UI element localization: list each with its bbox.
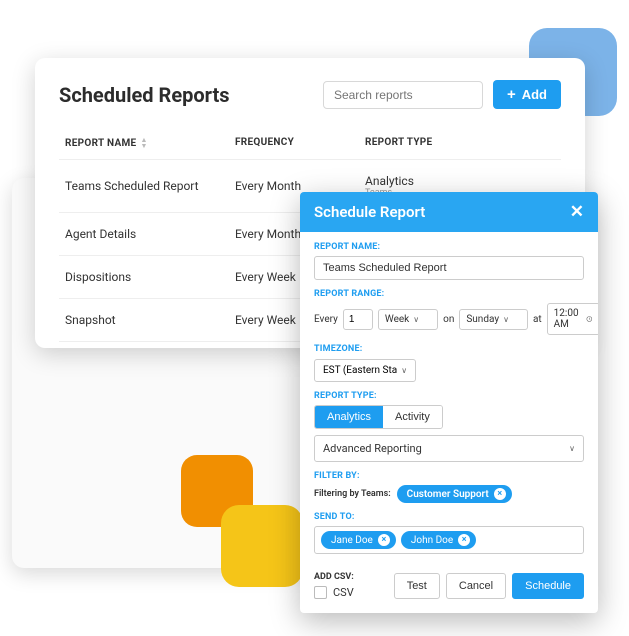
- report-type-toggle: Analytics Activity: [314, 405, 443, 429]
- range-unit-select[interactable]: Week ∨: [378, 309, 438, 330]
- chevron-down-icon: ∨: [503, 315, 509, 324]
- range-time-input[interactable]: 12:00 AM: [547, 303, 598, 335]
- add-button[interactable]: + Add: [493, 80, 561, 109]
- clock-icon: [586, 314, 593, 324]
- field-report-range: REPORT RANGE: Every Week ∨ on Sunday ∨ a…: [314, 289, 584, 335]
- field-filter-by: FILTER BY: Filtering by Teams: Customer …: [314, 471, 584, 503]
- csv-checkbox-row: CSV: [314, 586, 354, 599]
- chevron-down-icon: ∨: [569, 444, 575, 453]
- table-header: REPORT NAME ▲▼ FREQUENCY REPORT TYPE: [59, 127, 561, 159]
- csv-checkbox[interactable]: [314, 586, 327, 599]
- range-every-label: Every: [314, 314, 338, 325]
- column-header-frequency[interactable]: FREQUENCY: [235, 137, 365, 149]
- plus-icon: +: [507, 87, 516, 102]
- label-report-range: REPORT RANGE:: [314, 289, 584, 299]
- field-report-type: REPORT TYPE: Analytics Activity Advanced…: [314, 391, 584, 462]
- page-title: Scheduled Reports: [59, 83, 313, 107]
- cell-report-name: Snapshot: [65, 313, 235, 327]
- report-type-select[interactable]: Advanced Reporting ∨: [314, 435, 584, 462]
- modal-title: Schedule Report: [314, 203, 425, 221]
- sort-icon: ▲▼: [140, 137, 147, 149]
- range-at-label: at: [533, 314, 542, 325]
- cancel-button[interactable]: Cancel: [446, 573, 506, 599]
- schedule-report-modal: Schedule Report ✕ REPORT NAME: REPORT RA…: [300, 192, 598, 613]
- chip-remove-icon[interactable]: ×: [458, 534, 470, 546]
- label-report-name: REPORT NAME:: [314, 242, 584, 252]
- send-to-input[interactable]: Jane Doe × John Doe ×: [314, 526, 584, 554]
- label-send-to: SEND TO:: [314, 512, 584, 522]
- close-icon[interactable]: ✕: [570, 204, 584, 221]
- panel-header: Scheduled Reports + Add: [59, 80, 561, 109]
- field-report-name: REPORT NAME:: [314, 242, 584, 280]
- search-input[interactable]: [334, 88, 489, 102]
- filter-controls: Filtering by Teams: Customer Support ×: [314, 485, 584, 503]
- chevron-down-icon: ∨: [401, 366, 407, 375]
- range-controls: Every Week ∨ on Sunday ∨ at 12:00 AM: [314, 303, 584, 335]
- field-timezone: TIMEZONE: EST (Eastern Sta ∨: [314, 344, 584, 382]
- test-button[interactable]: Test: [394, 573, 440, 599]
- label-report-type: REPORT TYPE:: [314, 391, 584, 401]
- toggle-analytics[interactable]: Analytics: [315, 406, 383, 428]
- add-button-label: Add: [522, 87, 547, 102]
- filter-chip[interactable]: Customer Support ×: [397, 485, 512, 503]
- column-header-name[interactable]: REPORT NAME ▲▼: [65, 137, 235, 149]
- chip-remove-icon[interactable]: ×: [494, 488, 506, 500]
- toggle-activity[interactable]: Activity: [383, 406, 442, 428]
- chip-remove-icon[interactable]: ×: [378, 534, 390, 546]
- timezone-select[interactable]: EST (Eastern Sta ∨: [314, 359, 416, 382]
- field-send-to: SEND TO: Jane Doe × John Doe ×: [314, 512, 584, 554]
- modal-footer: Test Cancel Schedule: [394, 573, 584, 599]
- range-day-select[interactable]: Sunday ∨: [459, 309, 528, 330]
- chevron-down-icon: ∨: [413, 315, 419, 324]
- cell-report-name: Agent Details: [65, 227, 235, 241]
- recipient-chip[interactable]: John Doe ×: [401, 531, 476, 549]
- modal-body: REPORT NAME: REPORT RANGE: Every Week ∨ …: [300, 232, 598, 613]
- csv-label: CSV: [333, 586, 354, 599]
- column-header-type[interactable]: REPORT TYPE: [365, 137, 555, 149]
- cell-report-name: Teams Scheduled Report: [65, 179, 235, 193]
- modal-header: Schedule Report ✕: [300, 192, 598, 232]
- cell-report-name: Dispositions: [65, 270, 235, 284]
- filter-prefix: Filtering by Teams:: [314, 489, 391, 499]
- range-every-input[interactable]: [343, 309, 373, 330]
- label-filter-by: FILTER BY:: [314, 471, 584, 481]
- report-name-input[interactable]: [314, 256, 584, 280]
- cell-frequency: Every Month: [235, 179, 365, 193]
- field-add-csv: ADD CSV: CSV: [314, 572, 354, 599]
- label-timezone: TIMEZONE:: [314, 344, 584, 354]
- decorative-yellow-square: [221, 505, 303, 587]
- recipient-chip[interactable]: Jane Doe ×: [321, 531, 396, 549]
- range-on-label: on: [443, 314, 454, 325]
- label-add-csv: ADD CSV:: [314, 572, 354, 582]
- schedule-button[interactable]: Schedule: [512, 573, 584, 599]
- search-input-container[interactable]: [323, 81, 483, 109]
